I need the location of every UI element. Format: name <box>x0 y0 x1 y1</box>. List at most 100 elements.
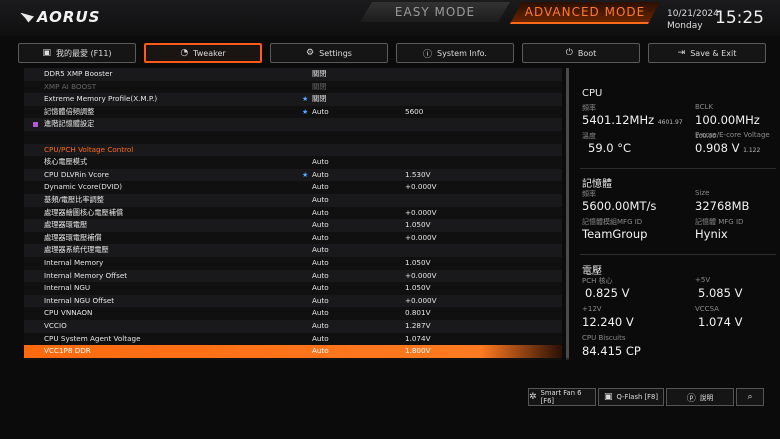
settings-row[interactable]: DDR5 XMP Booster 關閉 <box>24 68 562 81</box>
setting-value[interactable]: Auto <box>312 207 329 220</box>
tab-favorites[interactable]: ▣ 我的最愛 (F11) <box>18 43 136 63</box>
bclk-label: BCLK <box>695 103 714 111</box>
setting-value[interactable]: Auto <box>312 156 329 169</box>
hardware-monitor-panel: CPU 頻率 5401.12MHz 4601.97 BCLK 100.00MHz… <box>574 68 780 368</box>
setting-label: XMP AI BOOST <box>44 81 97 91</box>
setting-value[interactable]: 關閉 <box>312 81 326 94</box>
easy-mode-button[interactable]: EASY MODE <box>360 2 510 22</box>
settings-row[interactable]: VCCIO Auto 1.287V <box>24 320 562 333</box>
aorus-wing-icon <box>20 12 34 23</box>
help-icon: ⓟ <box>686 393 696 404</box>
setting-label: VCCIO <box>44 321 67 330</box>
setting-value[interactable]: Auto <box>312 194 329 207</box>
setting-value[interactable]: Auto <box>312 169 329 182</box>
setting-value[interactable]: Auto <box>312 333 329 346</box>
setting-value[interactable]: 關閉 <box>312 93 326 106</box>
info-icon: ⓘ <box>423 49 433 60</box>
setting-value[interactable]: Auto <box>312 106 329 119</box>
scrollbar-thumb[interactable] <box>566 68 569 358</box>
date-text: 10/21/2024 <box>667 9 719 19</box>
settings-row[interactable]: Internal NGU Offset Auto +0.000V <box>24 294 562 308</box>
settings-row[interactable]: 記憶體倍頻調整 ★ Auto 5600 <box>24 106 562 119</box>
settings-list: DDR5 XMP Booster 關閉 XMP AI BOOST 關閉 Extreme … <box>24 68 562 360</box>
settings-row[interactable]: VCC1P8 DDR Auto 1.800V <box>24 345 562 358</box>
mem-size-label: Size <box>695 189 710 197</box>
settings-row[interactable]: XMP AI BOOST 關閉 <box>24 81 562 94</box>
settings-row[interactable]: 核心電壓模式 Auto <box>24 156 562 169</box>
settings-row[interactable]: 處理器環電壓 Auto 1.050V <box>24 219 562 232</box>
scrollbar[interactable] <box>566 68 569 360</box>
pch-voltage-value: 0.825 V <box>585 286 630 300</box>
vccsa-value: 1.074 V <box>698 315 743 329</box>
tab-tweaker[interactable]: ◔ Tweaker <box>144 43 262 63</box>
setting-label: CPU/PCH Voltage Control <box>44 144 134 154</box>
setting-label: 處理器繪圖核心電壓補償 <box>44 207 124 217</box>
settings-row[interactable]: Internal Memory Auto 1.050V <box>24 257 562 270</box>
settings-row[interactable]: 處理器繪圖核心電壓補償 Auto +0.000V <box>24 207 562 220</box>
setting-value[interactable]: Auto <box>312 232 329 245</box>
settings-row[interactable]: 基頻/電壓比率調整 Auto <box>24 194 562 207</box>
setting-current-reading: 0.801V <box>405 308 431 318</box>
setting-current-reading: 1.050V <box>405 283 431 293</box>
setting-value[interactable]: Auto <box>312 345 329 358</box>
setting-label: 基頻/電壓比率調整 <box>44 195 104 204</box>
settings-row[interactable]: Internal NGU Auto 1.050V <box>24 282 562 295</box>
p5v-label: +5V <box>695 276 711 284</box>
setting-label: Internal Memory <box>44 258 104 267</box>
setting-label: Internal NGU Offset <box>44 295 115 305</box>
tab-system-info[interactable]: ⓘ System Info. <box>396 43 514 63</box>
setting-value[interactable]: Auto <box>312 270 329 283</box>
setting-current-reading: 1.050V <box>405 220 431 230</box>
setting-value[interactable]: Auto <box>312 295 329 308</box>
setting-label: DDR5 XMP Booster <box>44 69 113 78</box>
setting-current-reading: 1.287V <box>405 321 431 330</box>
pe-voltage-sub: 1.122 <box>743 147 761 154</box>
setting-value[interactable]: Auto <box>312 282 329 295</box>
settings-row[interactable]: CPU VNNAON Auto 0.801V <box>24 307 562 320</box>
date-display: 10/21/2024 Monday <box>667 8 719 32</box>
tab-save-exit[interactable]: ⇥ Save & Exit <box>648 43 766 63</box>
settings-row[interactable]: Internal Memory Offset Auto +0.000V <box>24 269 562 283</box>
setting-value[interactable]: Auto <box>312 219 329 232</box>
setting-label: Internal Memory Offset <box>44 270 128 280</box>
main-tabs: ▣ 我的最愛 (F11) ◔ Tweaker ⚙ Settings ⓘ System I… <box>18 43 778 63</box>
setting-label: 記憶體倍頻調整 <box>44 106 95 116</box>
settings-row[interactable]: 進階記憶體設定 <box>24 118 562 131</box>
favorite-star-icon[interactable]: ★ <box>302 93 308 106</box>
settings-row[interactable]: Dynamic Vcore(DVID) Auto +0.000V <box>24 181 562 194</box>
setting-current-reading: 5600 <box>405 106 424 116</box>
settings-row[interactable]: 處理器環電壓補償 Auto +0.000V <box>24 232 562 245</box>
setting-value[interactable]: 關閉 <box>312 68 326 81</box>
setting-label: 進階記憶體設定 <box>44 119 95 129</box>
search-button[interactable]: ⌕ <box>736 388 764 406</box>
setting-current-reading: +0.000V <box>405 270 437 280</box>
settings-row[interactable]: Extreme Memory Profile(X.M.P.) ★ 關閉 <box>24 93 562 106</box>
top-bar: AORUS EASY MODE ADVANCED MODE 10/21/2024… <box>0 0 780 36</box>
tab-boot[interactable]: ⏻ Boot <box>522 43 640 63</box>
tab-settings[interactable]: ⚙ Settings <box>270 43 388 63</box>
weekday-text: Monday <box>667 21 703 31</box>
mem-chip-mfg-value: Hynix <box>695 227 728 241</box>
voltage-section-title: 電壓 <box>582 266 602 277</box>
setting-value[interactable]: Auto <box>312 320 329 333</box>
gear-icon: ⚙ <box>306 48 315 58</box>
setting-value[interactable]: Auto <box>312 307 329 320</box>
settings-row[interactable]: 處理器系統代理電壓 Auto <box>24 244 562 257</box>
clock: 15:25 <box>715 8 764 28</box>
favorite-star-icon[interactable]: ★ <box>302 169 308 182</box>
help-button[interactable]: ⓟ 說明 <box>666 388 734 406</box>
setting-value[interactable]: Auto <box>312 257 329 270</box>
favorite-star-icon[interactable]: ★ <box>302 106 308 119</box>
setting-value[interactable]: Auto <box>312 244 329 257</box>
settings-row[interactable]: CPU System Agent Voltage Auto 1.074V <box>24 333 562 346</box>
setting-value[interactable]: Auto <box>312 181 329 194</box>
qflash-button[interactable]: ▣ Q-Flash [F8] <box>598 388 664 406</box>
pe-voltage-label: P-core/E-core Voltage <box>695 131 770 139</box>
settings-row[interactable]: CPU DLVRin Vcore ★ Auto 1.530V <box>24 168 562 182</box>
mem-freq-label: 頻率 <box>582 190 596 198</box>
smart-fan-button[interactable]: ✲ Smart Fan 6 [F6] <box>528 388 596 406</box>
advanced-mode-button[interactable]: ADVANCED MODE <box>510 2 660 24</box>
submenu-bullet-icon <box>33 122 38 128</box>
setting-label: VCC1P8 DDR <box>44 346 91 356</box>
mem-size-value: 32768MB <box>695 199 750 213</box>
